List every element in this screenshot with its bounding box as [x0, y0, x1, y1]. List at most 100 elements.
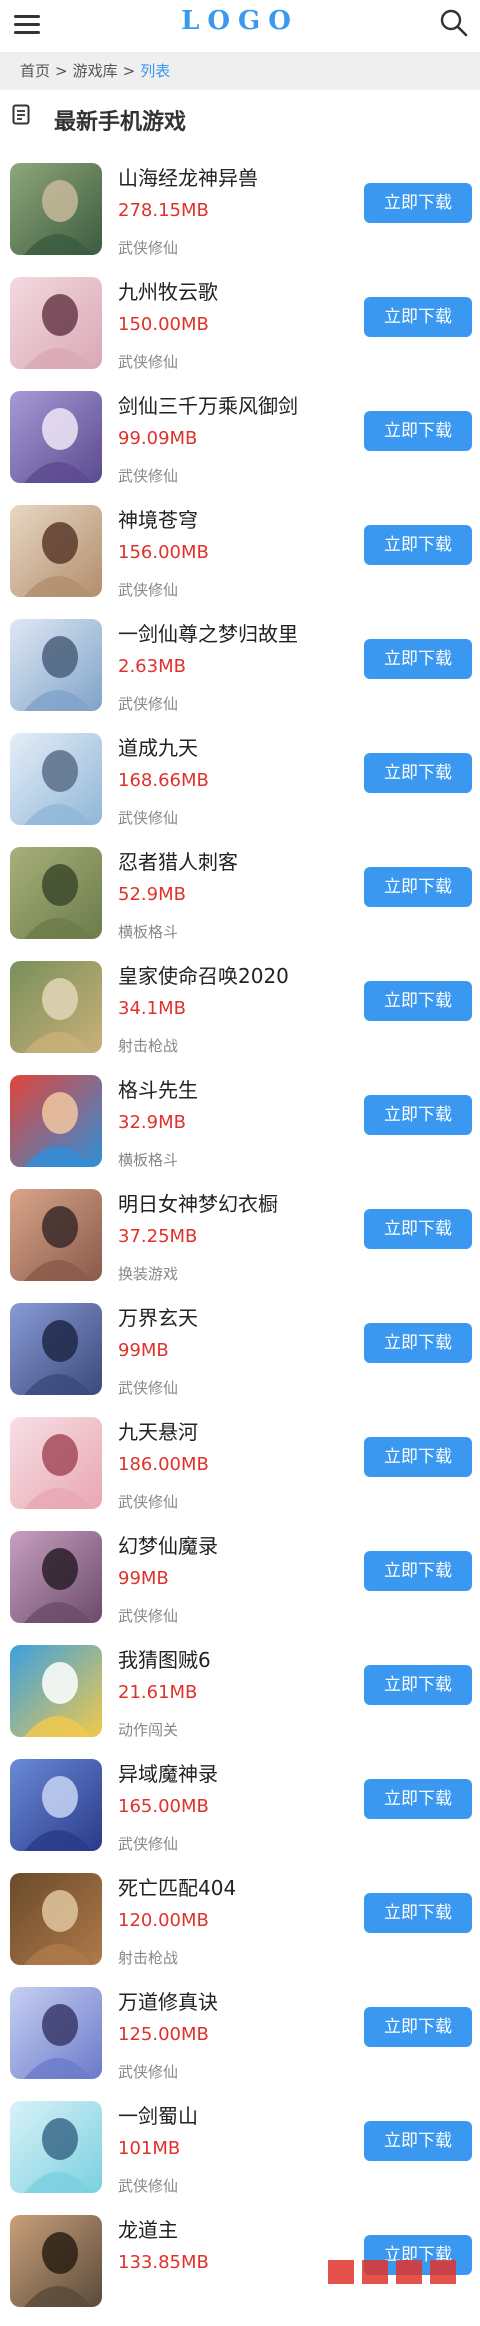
watermark-logo	[328, 2256, 458, 2288]
game-category: 武侠修仙	[118, 2063, 179, 2081]
game-file-size: 186.00MB	[118, 1454, 209, 1475]
game-icon-image[interactable]	[10, 733, 102, 825]
download-button[interactable]: 立即下载	[364, 867, 472, 907]
game-icon-image[interactable]	[10, 619, 102, 711]
game-icon-image[interactable]	[10, 2215, 102, 2307]
game-icon-image[interactable]	[10, 2101, 102, 2193]
game-list-item[interactable]: 山海经龙神异兽 278.15MB 武侠修仙 立即下载	[0, 160, 480, 274]
game-icon-image[interactable]	[10, 1987, 102, 2079]
game-file-size: 99.09MB	[118, 428, 198, 449]
game-list-item[interactable]: 剑仙三千万乘风御剑 99.09MB 武侠修仙 立即下载	[0, 388, 480, 502]
game-file-size: 2.63MB	[118, 656, 186, 677]
game-title[interactable]: 万道修真诀	[118, 1986, 218, 2015]
game-icon-image[interactable]	[10, 847, 102, 939]
game-title[interactable]: 神境苍穹	[118, 504, 198, 533]
download-button[interactable]: 立即下载	[364, 1095, 472, 1135]
game-icon-image[interactable]	[10, 163, 102, 255]
game-title[interactable]: 剑仙三千万乘风御剑	[118, 390, 298, 419]
game-list-item[interactable]: 死亡匹配404 120.00MB 射击枪战 立即下载	[0, 1870, 480, 1984]
game-title[interactable]: 一剑蜀山	[118, 2100, 198, 2129]
game-list-item[interactable]: 万道修真诀 125.00MB 武侠修仙 立即下载	[0, 1984, 480, 2098]
game-list-item[interactable]: 格斗先生 32.9MB 横板格斗 立即下载	[0, 1072, 480, 1186]
game-list-item[interactable]: 异域魔神录 165.00MB 武侠修仙 立即下载	[0, 1756, 480, 1870]
breadcrumb: 首页 > 游戏库 > 列表	[0, 52, 480, 90]
download-button[interactable]: 立即下载	[364, 2121, 472, 2161]
download-button[interactable]: 立即下载	[364, 297, 472, 337]
game-list-item[interactable]: 道成九天 168.66MB 武侠修仙 立即下载	[0, 730, 480, 844]
game-category: 武侠修仙	[118, 809, 179, 827]
game-title[interactable]: 九天悬河	[118, 1416, 198, 1445]
breadcrumb-current: 列表	[140, 62, 171, 80]
game-icon-image[interactable]	[10, 1759, 102, 1851]
game-icon-image[interactable]	[10, 1189, 102, 1281]
game-title[interactable]: 山海经龙神异兽	[118, 162, 258, 191]
game-category: 武侠修仙	[118, 581, 179, 599]
game-title[interactable]: 皇家使命召唤2020	[118, 960, 289, 989]
game-list-item[interactable]: 皇家使命召唤2020 34.1MB 射击枪战 立即下载	[0, 958, 480, 1072]
game-category: 横板格斗	[118, 1151, 179, 1169]
game-list-item[interactable]: 我猜图贼6 21.61MB 动作闯关 立即下载	[0, 1642, 480, 1756]
download-button[interactable]: 立即下载	[364, 1209, 472, 1249]
breadcrumb-home-link[interactable]: 首页	[20, 62, 50, 80]
game-file-size: 21.61MB	[118, 1682, 198, 1703]
game-title[interactable]: 幻梦仙魔录	[118, 1530, 218, 1559]
download-button[interactable]: 立即下载	[364, 1665, 472, 1705]
game-list-item[interactable]: 一剑蜀山 101MB 武侠修仙 立即下载	[0, 2098, 480, 2212]
game-title[interactable]: 死亡匹配404	[118, 1872, 236, 1901]
breadcrumb-library-link[interactable]: 游戏库	[73, 62, 118, 80]
game-title[interactable]: 忍者猎人刺客	[118, 846, 238, 875]
game-file-size: 278.15MB	[118, 200, 209, 221]
game-file-size: 37.25MB	[118, 1226, 198, 1247]
game-icon-image[interactable]	[10, 961, 102, 1053]
game-icon-image[interactable]	[10, 1645, 102, 1737]
download-button[interactable]: 立即下载	[364, 753, 472, 793]
section-title: 最新手机游戏	[54, 110, 187, 135]
download-button[interactable]: 立即下载	[364, 1551, 472, 1591]
game-icon-image[interactable]	[10, 277, 102, 369]
game-list-item[interactable]: 神境苍穹 156.00MB 武侠修仙 立即下载	[0, 502, 480, 616]
game-list-item[interactable]: 幻梦仙魔录 99MB 武侠修仙 立即下载	[0, 1528, 480, 1642]
game-icon-image[interactable]	[10, 1873, 102, 1965]
game-icon-image[interactable]	[10, 1303, 102, 1395]
download-button[interactable]: 立即下载	[364, 981, 472, 1021]
game-title[interactable]: 道成九天	[118, 732, 198, 761]
download-button[interactable]: 立即下载	[364, 183, 472, 223]
game-title[interactable]: 万界玄天	[118, 1302, 198, 1331]
game-list-item[interactable]: 九州牧云歌 150.00MB 武侠修仙 立即下载	[0, 274, 480, 388]
game-icon-image[interactable]	[10, 1417, 102, 1509]
game-list-item[interactable]: 忍者猎人刺客 52.9MB 横板格斗 立即下载	[0, 844, 480, 958]
download-button[interactable]: 立即下载	[364, 525, 472, 565]
game-title[interactable]: 我猜图贼6	[118, 1644, 211, 1673]
game-file-size: 32.9MB	[118, 1112, 186, 1133]
game-list-item[interactable]: 万界玄天 99MB 武侠修仙 立即下载	[0, 1300, 480, 1414]
game-title[interactable]: 明日女神梦幻衣橱	[118, 1188, 278, 1217]
game-list-item[interactable]: 一剑仙尊之梦归故里 2.63MB 武侠修仙 立即下载	[0, 616, 480, 730]
download-button[interactable]: 立即下载	[364, 1323, 472, 1363]
game-icon-image[interactable]	[10, 1531, 102, 1623]
game-title[interactable]: 一剑仙尊之梦归故里	[118, 618, 298, 647]
download-button[interactable]: 立即下载	[364, 1893, 472, 1933]
site-logo[interactable]: LOGO	[0, 6, 480, 36]
game-title[interactable]: 格斗先生	[118, 1074, 198, 1103]
game-list-item[interactable]: 九天悬河 186.00MB 武侠修仙 立即下载	[0, 1414, 480, 1528]
game-icon-image[interactable]	[10, 1075, 102, 1167]
download-button[interactable]: 立即下载	[364, 2007, 472, 2047]
section-header: 最新手机游戏	[0, 92, 480, 144]
game-title[interactable]: 龙道主	[118, 2214, 178, 2243]
game-file-size: 165.00MB	[118, 1796, 209, 1817]
download-button[interactable]: 立即下载	[364, 639, 472, 679]
game-icon-image[interactable]	[10, 505, 102, 597]
game-file-size: 99MB	[118, 1340, 169, 1361]
game-title[interactable]: 九州牧云歌	[118, 276, 218, 305]
download-button[interactable]: 立即下载	[364, 411, 472, 451]
game-title[interactable]: 异域魔神录	[118, 1758, 218, 1787]
game-category: 武侠修仙	[118, 1835, 179, 1853]
game-file-size: 34.1MB	[118, 998, 186, 1019]
download-button[interactable]: 立即下载	[364, 1437, 472, 1477]
game-category: 武侠修仙	[118, 2177, 179, 2195]
download-button[interactable]: 立即下载	[364, 1779, 472, 1819]
search-icon[interactable]	[438, 7, 470, 39]
game-icon-image[interactable]	[10, 391, 102, 483]
game-list-item[interactable]: 明日女神梦幻衣橱 37.25MB 换装游戏 立即下载	[0, 1186, 480, 1300]
game-file-size: 133.85MB	[118, 2252, 209, 2273]
